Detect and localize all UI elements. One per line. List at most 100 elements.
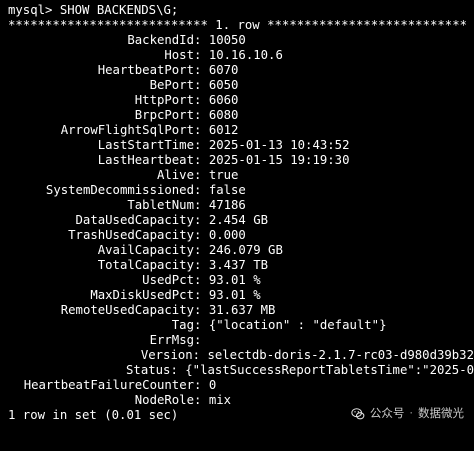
- field-row-httpport: HttpPort: 6060: [8, 93, 474, 108]
- field-key: LastHeartbeat: [97, 153, 194, 167]
- field-value: 2025-01-15 19:19:30: [208, 153, 350, 167]
- field-separator: :: [194, 228, 209, 242]
- field-row-maxdiskusedpct: MaxDiskUsedPct: 93.01 %: [8, 288, 474, 303]
- command-prompt: mysql> SHOW BACKENDS\G;: [8, 3, 179, 17]
- field-separator: :: [194, 108, 209, 122]
- field-separator: :: [194, 273, 209, 287]
- field-key: BackendId: [127, 33, 194, 47]
- field-value: 10.16.10.6: [208, 48, 283, 62]
- field-separator: :: [194, 198, 209, 212]
- field-key: TabletNum: [127, 198, 194, 212]
- result-fields: BackendId: 10050 Host: 10.16.10.6 Heartbea…: [8, 33, 474, 408]
- field-separator: :: [194, 378, 209, 392]
- watermark-account: 公众号: [369, 406, 405, 420]
- field-row-version: Version: selectdb-doris-2.1.7-rc03-d980d…: [8, 348, 474, 363]
- field-separator: :: [194, 153, 209, 167]
- field-value: {"lastSuccessReportTabletsTime":"2025-0: [185, 363, 474, 377]
- field-row-backendid: BackendId: 10050: [8, 33, 474, 48]
- field-separator: :: [194, 138, 209, 152]
- field-value: 3.437 TB: [208, 258, 269, 272]
- watermark-separator: ·: [409, 406, 413, 420]
- field-value: selectdb-doris-2.1.7-rc03-d980d39b32: [207, 348, 474, 362]
- wechat-icon: [351, 407, 365, 419]
- field-key: Version: [140, 348, 193, 362]
- field-value: 6080: [208, 108, 239, 122]
- field-row-datausedcapacity: DataUsedCapacity: 2.454 GB: [8, 213, 474, 228]
- field-row-heartbeatport: HeartbeatPort: 6070: [8, 63, 474, 78]
- field-separator: :: [194, 243, 209, 257]
- field-key: TotalCapacity: [97, 258, 194, 272]
- field-key: HeartbeatPort: [97, 63, 194, 77]
- field-separator: :: [194, 213, 209, 227]
- field-row-heartbeatfailurecounter: HeartbeatFailureCounter: 0: [8, 378, 474, 393]
- field-key: AvailCapacity: [97, 243, 194, 257]
- field-separator: :: [194, 168, 209, 182]
- field-key: MaxDiskUsedPct: [90, 288, 194, 302]
- field-separator: :: [194, 288, 209, 302]
- field-value: 93.01 %: [208, 288, 261, 302]
- field-key: LastStartTime: [97, 138, 194, 152]
- field-row-status: Status: {"lastSuccessReportTabletsTime":…: [8, 363, 474, 378]
- field-separator: :: [194, 393, 209, 407]
- field-key: Alive: [156, 168, 194, 182]
- field-separator: :: [194, 33, 209, 47]
- field-key: Host: [164, 48, 194, 62]
- field-separator: :: [194, 318, 209, 332]
- field-row-arrowflightsqlport: ArrowFlightSqlPort: 6012: [8, 123, 474, 138]
- field-row-errmsg: ErrMsg:: [8, 333, 474, 348]
- terminal-window[interactable]: mysql> SHOW BACKENDS\G; ****************…: [0, 0, 474, 451]
- field-row-lastheartbeat: LastHeartbeat: 2025-01-15 19:19:30: [8, 153, 474, 168]
- field-key: NodeRole: [134, 393, 194, 407]
- field-separator: :: [194, 333, 209, 347]
- field-value: 0: [208, 378, 217, 392]
- field-separator: :: [192, 348, 208, 362]
- field-row-beport: BePort: 6050: [8, 78, 474, 93]
- field-separator: :: [194, 63, 209, 77]
- field-key: Status: [126, 363, 171, 377]
- field-separator: :: [194, 48, 209, 62]
- field-key: BrpcPort: [134, 108, 194, 122]
- field-value: false: [208, 183, 246, 197]
- field-value: 2025-01-13 10:43:52: [208, 138, 350, 152]
- field-value: {"location" : "default"}: [208, 318, 387, 332]
- field-row-alive: Alive: true: [8, 168, 474, 183]
- field-key: ErrMsg: [149, 333, 194, 347]
- field-value: true: [208, 168, 239, 182]
- field-key: HeartbeatFailureCounter: [23, 378, 194, 392]
- field-row-trashusedcapacity: TrashUsedCapacity: 0.000: [8, 228, 474, 243]
- field-row-laststarttime: LastStartTime: 2025-01-13 10:43:52: [8, 138, 474, 153]
- field-key: RemoteUsedCapacity: [60, 303, 194, 317]
- watermark: 公众号 · 数据微光: [351, 406, 464, 421]
- field-value: 246.079 GB: [208, 243, 283, 257]
- row-header: *************************** 1. row *****…: [8, 18, 468, 32]
- field-separator: :: [194, 78, 209, 92]
- field-value: 6050: [208, 78, 239, 92]
- field-key: HttpPort: [134, 93, 194, 107]
- field-key: Tag: [171, 318, 194, 332]
- field-row-systemdecommissioned: SystemDecommissioned: false: [8, 183, 474, 198]
- field-row-availcapacity: AvailCapacity: 246.079 GB: [8, 243, 474, 258]
- field-separator: :: [194, 93, 209, 107]
- field-value: 10050: [208, 33, 246, 47]
- field-key: TrashUsedCapacity: [68, 228, 194, 242]
- field-separator: :: [194, 258, 209, 272]
- field-key: ArrowFlightSqlPort: [60, 123, 194, 137]
- field-row-tabletnum: TabletNum: 47186: [8, 198, 474, 213]
- field-value: 6070: [208, 63, 239, 77]
- field-row-usedpct: UsedPct: 93.01 %: [8, 273, 474, 288]
- field-row-totalcapacity: TotalCapacity: 3.437 TB: [8, 258, 474, 273]
- field-separator: :: [194, 123, 209, 137]
- field-value: 6060: [208, 93, 239, 107]
- field-value: 0.000: [208, 228, 246, 242]
- field-separator: :: [194, 183, 209, 197]
- field-row-tag: Tag: {"location" : "default"}: [8, 318, 474, 333]
- field-row-remoteusedcapacity: RemoteUsedCapacity: 31.637 MB: [8, 303, 474, 318]
- field-separator: :: [194, 303, 209, 317]
- watermark-name: 数据微光: [418, 406, 464, 420]
- field-key: DataUsedCapacity: [75, 213, 194, 227]
- field-key: BePort: [149, 78, 194, 92]
- field-separator: :: [170, 363, 186, 377]
- field-value: 2.454 GB: [208, 213, 269, 227]
- field-value: 31.637 MB: [208, 303, 276, 317]
- field-key: UsedPct: [142, 273, 194, 287]
